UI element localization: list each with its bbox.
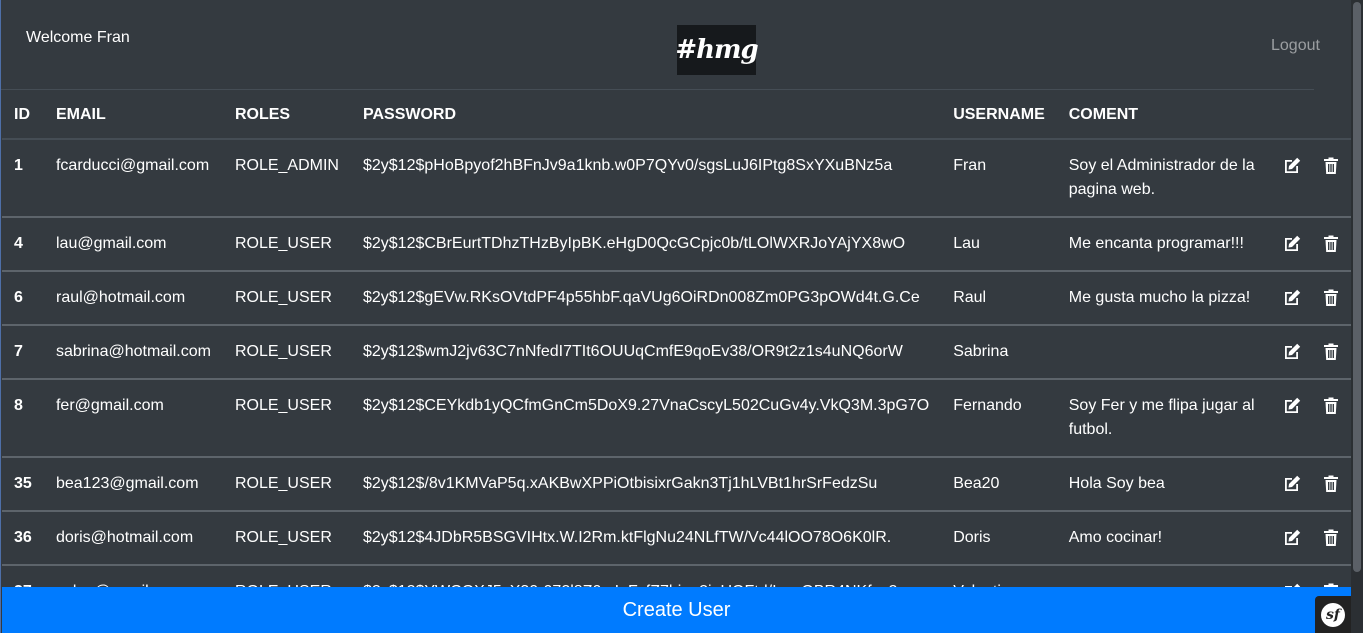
cell-delete: [1311, 139, 1351, 218]
column-header-roles: ROLES: [222, 90, 351, 140]
cell-roles: ROLE_USER: [222, 457, 351, 512]
cell-username: Lau: [941, 217, 1057, 272]
cell-roles: ROLE_USER: [222, 511, 351, 566]
cell-username: Raul: [941, 271, 1057, 326]
vertical-scrollbar[interactable]: [1351, 0, 1363, 633]
trash-icon[interactable]: [1321, 156, 1341, 176]
table-row: 35 bea123@gmail.com ROLE_USER $2y$12$/8v…: [2, 457, 1351, 512]
edit-icon[interactable]: [1282, 234, 1302, 254]
cell-id: 36: [2, 511, 44, 566]
column-header-username: USERNAME: [941, 90, 1057, 140]
trash-icon[interactable]: [1321, 234, 1341, 254]
cell-password: $2y$12$gEVw.RKsOVtdPF4p55hbF.qaVUg6OiRDn…: [350, 271, 942, 326]
cell-delete: [1311, 457, 1351, 512]
cell-edit: [1271, 139, 1312, 218]
cell-roles: ROLE_USER: [222, 379, 351, 458]
cell-roles: ROLE_USER: [222, 217, 351, 272]
cell-coment: [1056, 325, 1272, 380]
table-row: 8 fer@gmail.com ROLE_USER $2y$12$CEYkdb1…: [2, 379, 1351, 458]
cell-roles: ROLE_USER: [222, 325, 351, 380]
cell-password: $2y$12$4JDbR5BSGVIHtx.W.I2Rm.ktFlgNu24NL…: [350, 511, 942, 566]
column-header-password: PASSWORD: [350, 90, 942, 140]
cell-delete: [1311, 217, 1351, 272]
table-row: 6 raul@hotmail.com ROLE_USER $2y$12$gEVw…: [2, 271, 1351, 326]
trash-icon[interactable]: [1321, 474, 1341, 494]
edit-icon[interactable]: [1282, 528, 1302, 548]
cell-email: doris@hotmail.com: [43, 511, 223, 566]
cell-edit: [1271, 511, 1312, 566]
cell-password: $2y$12$wmJ2jv63C7nNfedI7TIt6OUUqCmfE9qoE…: [350, 325, 942, 380]
scrollbar-thumb[interactable]: [1353, 2, 1361, 572]
cell-edit: [1271, 379, 1312, 458]
cell-password: $2y$12$CBrEurtTDhzTHzByIpBK.eHgD0QcGCpjc…: [350, 217, 942, 272]
column-header-email: EMAIL: [43, 90, 223, 140]
cell-password: $2y$12$CEYkdb1yQCfmGnCm5DoX9.27VnaCscyL5…: [350, 379, 942, 458]
cell-edit: [1271, 217, 1312, 272]
cell-coment: Soy Fer y me flipa jugar al futbol.: [1056, 379, 1272, 458]
app-frame: Welcome Fran #hmg Logout ID EMAIL ROLES …: [0, 0, 1351, 633]
edit-icon[interactable]: [1282, 288, 1302, 308]
cell-roles: ROLE_USER: [222, 271, 351, 326]
cell-password: $2y$12$pHoBpyof2hBFnJv9a1knb.w0P7QYv0/sg…: [350, 139, 942, 218]
table-row: 1 fcarducci@gmail.com ROLE_ADMIN $2y$12$…: [2, 139, 1351, 218]
brand-logo[interactable]: #hmg: [675, 25, 759, 75]
cell-coment: Soy el Administrador de la pagina web.: [1056, 139, 1272, 218]
table-row: 36 doris@hotmail.com ROLE_USER $2y$12$4J…: [2, 511, 1351, 566]
cell-id: 1: [2, 139, 44, 218]
cell-username: Fernando: [941, 379, 1057, 458]
cell-username: Sabrina: [941, 325, 1057, 380]
cell-id: 6: [2, 271, 44, 326]
cell-email: raul@hotmail.com: [43, 271, 223, 326]
trash-icon[interactable]: [1321, 396, 1341, 416]
cell-id: 8: [2, 379, 44, 458]
edit-icon[interactable]: [1282, 396, 1302, 416]
cell-edit: [1271, 271, 1312, 326]
column-header-coment: COMENT: [1056, 90, 1272, 140]
cell-id: 4: [2, 217, 44, 272]
welcome-text: Welcome Fran: [26, 29, 130, 46]
cell-coment: Amo cocinar!: [1056, 511, 1272, 566]
cell-coment: Hola Soy bea: [1056, 457, 1272, 512]
cell-delete: [1311, 511, 1351, 566]
cell-email: fer@gmail.com: [43, 379, 223, 458]
logo-text: #hmg: [675, 35, 758, 65]
cell-edit: [1271, 457, 1312, 512]
trash-icon[interactable]: [1321, 342, 1341, 362]
cell-id: 35: [2, 457, 44, 512]
cell-email: sabrina@hotmail.com: [43, 325, 223, 380]
cell-username: Bea20: [941, 457, 1057, 512]
create-user-button[interactable]: Create User: [2, 587, 1351, 633]
cell-username: Fran: [941, 139, 1057, 218]
cell-edit: [1271, 325, 1312, 380]
edit-icon[interactable]: [1282, 342, 1302, 362]
edit-icon[interactable]: [1282, 156, 1302, 176]
cell-delete: [1311, 271, 1351, 326]
cell-email: bea123@gmail.com: [43, 457, 223, 512]
cell-delete: [1311, 379, 1351, 458]
cell-roles: ROLE_ADMIN: [222, 139, 351, 218]
table-row: 4 lau@gmail.com ROLE_USER $2y$12$CBrEurt…: [2, 217, 1351, 272]
edit-icon[interactable]: [1282, 474, 1302, 494]
cell-email: lau@gmail.com: [43, 217, 223, 272]
symfony-logo: sf: [1321, 602, 1345, 627]
cell-coment: Me gusta mucho la pizza!: [1056, 271, 1272, 326]
cell-username: Doris: [941, 511, 1057, 566]
column-header-id: ID: [2, 90, 44, 140]
cell-id: 7: [2, 325, 44, 380]
cell-password: $2y$12$/8v1KMVaP5q.xAKBwXPPiOtbisixrGakn…: [350, 457, 942, 512]
cell-delete: [1311, 325, 1351, 380]
users-table: ID EMAIL ROLES PASSWORD USERNAME COMENT …: [2, 90, 1351, 620]
table-row: 7 sabrina@hotmail.com ROLE_USER $2y$12$w…: [2, 325, 1351, 380]
trash-icon[interactable]: [1321, 528, 1341, 548]
logout-link[interactable]: Logout: [1271, 37, 1320, 55]
cell-coment: Me encanta programar!!!: [1056, 217, 1272, 272]
symfony-toolbar-icon[interactable]: sf: [1315, 596, 1351, 633]
table-header-row: ID EMAIL ROLES PASSWORD USERNAME COMENT: [2, 90, 1351, 140]
column-header-delete: [1311, 90, 1351, 140]
column-header-edit: [1271, 90, 1312, 140]
cell-email: fcarducci@gmail.com: [43, 139, 223, 218]
trash-icon[interactable]: [1321, 288, 1341, 308]
